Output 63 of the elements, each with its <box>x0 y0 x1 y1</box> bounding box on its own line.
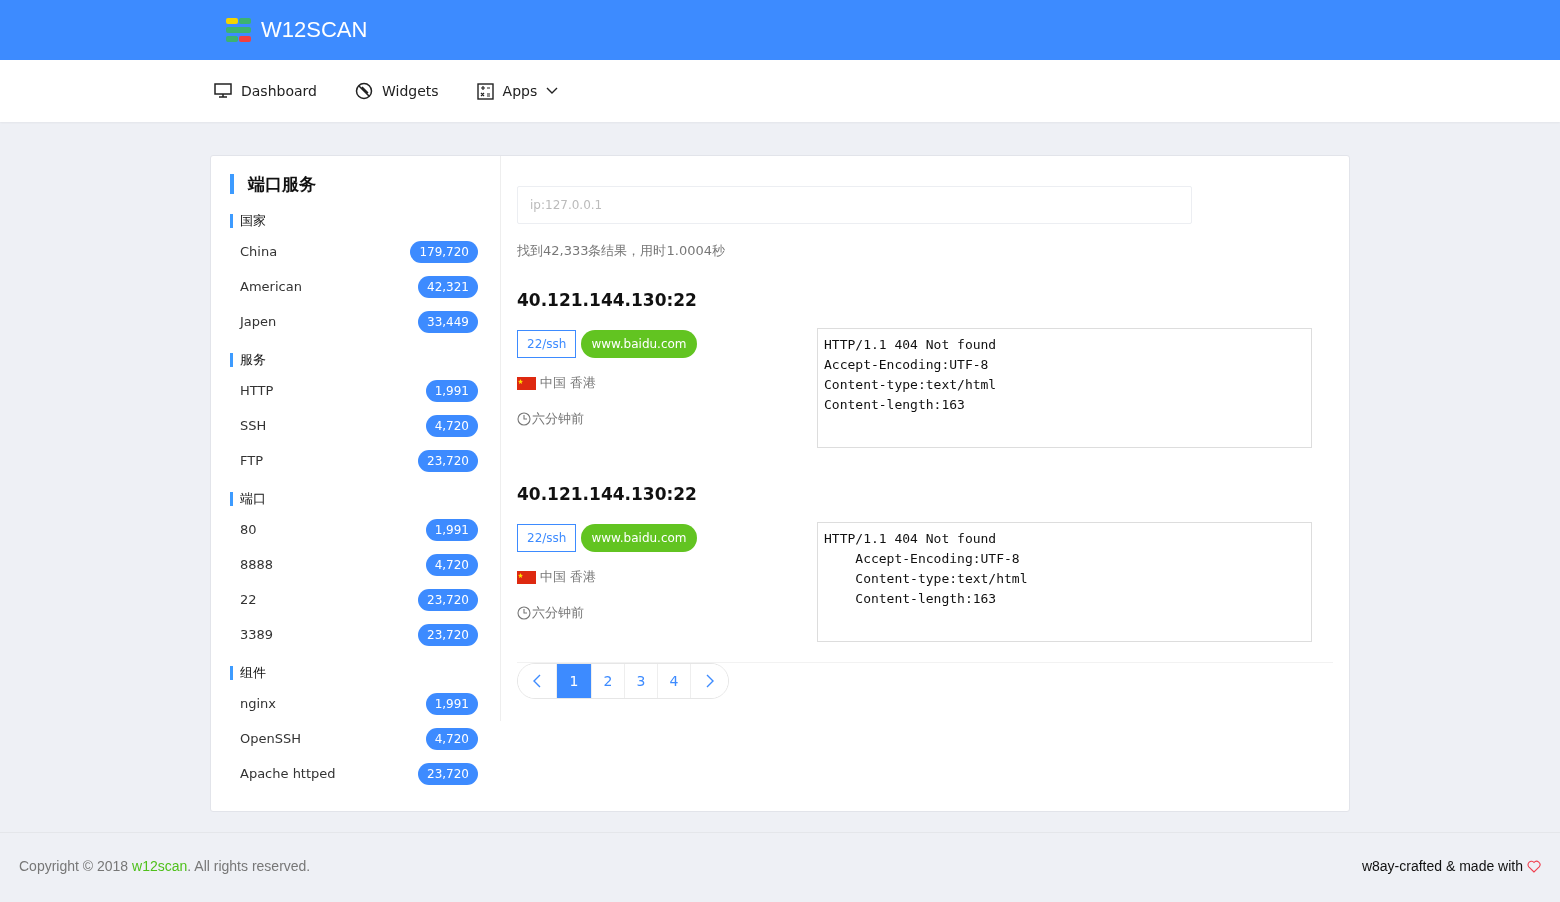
filter-item[interactable]: 22 <box>240 592 257 607</box>
filter-item[interactable]: nginx <box>240 696 277 711</box>
filter-item[interactable]: OpenSSH <box>240 731 301 746</box>
count-badge: 23,720 <box>418 449 478 472</box>
credit-text: w8ay-crafted & made with <box>1361 858 1523 874</box>
filter-item[interactable]: American <box>240 279 302 294</box>
filter-item[interactable]: SSH <box>240 418 267 433</box>
domain-tag: www.baidu.com <box>581 524 697 552</box>
flag-icon <box>517 570 536 584</box>
filter-item[interactable]: 3389 <box>240 627 274 642</box>
location-text: 中国 香港 <box>540 568 597 586</box>
time-text: 六分钟前 <box>532 604 584 622</box>
port-tag: 22/ssh <box>517 524 577 552</box>
filter-item[interactable]: China <box>240 244 278 259</box>
flag-icon <box>517 376 536 390</box>
count-badge: 1,991 <box>425 518 478 541</box>
clock-icon <box>517 606 531 620</box>
result-address[interactable]: 40.121.144.130:22 <box>517 484 1333 504</box>
count-badge: 4,720 <box>425 727 478 750</box>
clock-icon <box>517 412 531 426</box>
count-badge: 179,720 <box>410 240 478 263</box>
next-page-button[interactable] <box>690 664 728 698</box>
chevron-left-icon <box>533 674 541 688</box>
domain-tag: www.baidu.com <box>581 330 697 358</box>
logo-icon <box>225 16 253 44</box>
count-badge: 23,720 <box>418 762 478 785</box>
response-box: HTTP/1.1 404 Not found Accept-Encoding:UTF-8 Content-type:text/html Content-length:163 <box>817 328 1312 448</box>
count-badge: 42,321 <box>418 275 478 298</box>
count-badge: 1,991 <box>425 379 478 402</box>
result-summary: 找到42,333条结果，用时1.0004秒 <box>517 242 726 260</box>
nav-item[interactable]: Apps <box>476 82 559 100</box>
count-badge: 4,720 <box>425 414 478 437</box>
time-text: 六分钟前 <box>532 410 584 428</box>
prohibited-circle-icon <box>354 82 373 100</box>
port-tag: 22/ssh <box>517 330 577 358</box>
count-badge: 23,720 <box>418 623 478 646</box>
monitor-icon <box>214 83 232 99</box>
nav-item[interactable]: Dashboard <box>214 83 317 99</box>
filter-item[interactable]: FTP <box>240 453 264 468</box>
filter-item[interactable]: 80 <box>240 522 257 537</box>
chevron-right-icon <box>705 674 714 688</box>
count-badge: 1,991 <box>425 692 478 715</box>
filter-item[interactable]: HTTP <box>240 383 274 398</box>
count-badge: 23,720 <box>418 588 478 611</box>
caret-icon <box>546 87 559 95</box>
calculator-icon <box>476 82 494 100</box>
section-heading: 组件 <box>230 666 478 680</box>
brand-name: W12SCAN <box>261 17 368 43</box>
filter-item[interactable]: Japen <box>240 314 277 329</box>
response-box: HTTP/1.1 404 Not found Accept-Encoding:UTF-8 Content-type:text/html Content-length:163 <box>817 522 1312 642</box>
section-heading: 端口 <box>230 492 478 506</box>
count-badge: 33,449 <box>418 310 478 333</box>
section-heading: 服务 <box>230 353 478 367</box>
count-badge: 4,720 <box>425 553 478 576</box>
filter-item[interactable]: Apache httped <box>240 766 336 781</box>
nav-item[interactable]: Widgets <box>354 82 439 100</box>
section-heading: 国家 <box>230 214 478 228</box>
location-text: 中国 香港 <box>540 374 597 392</box>
result-address[interactable]: 40.121.144.130:22 <box>517 290 1333 310</box>
copyright-text: Copyright © 2018 w12scan. All rights reserved. <box>19 858 311 874</box>
filter-item[interactable]: 8888 <box>240 557 274 572</box>
heart-icon <box>1527 859 1541 873</box>
sidebar-title: 端口服务 <box>230 174 478 194</box>
